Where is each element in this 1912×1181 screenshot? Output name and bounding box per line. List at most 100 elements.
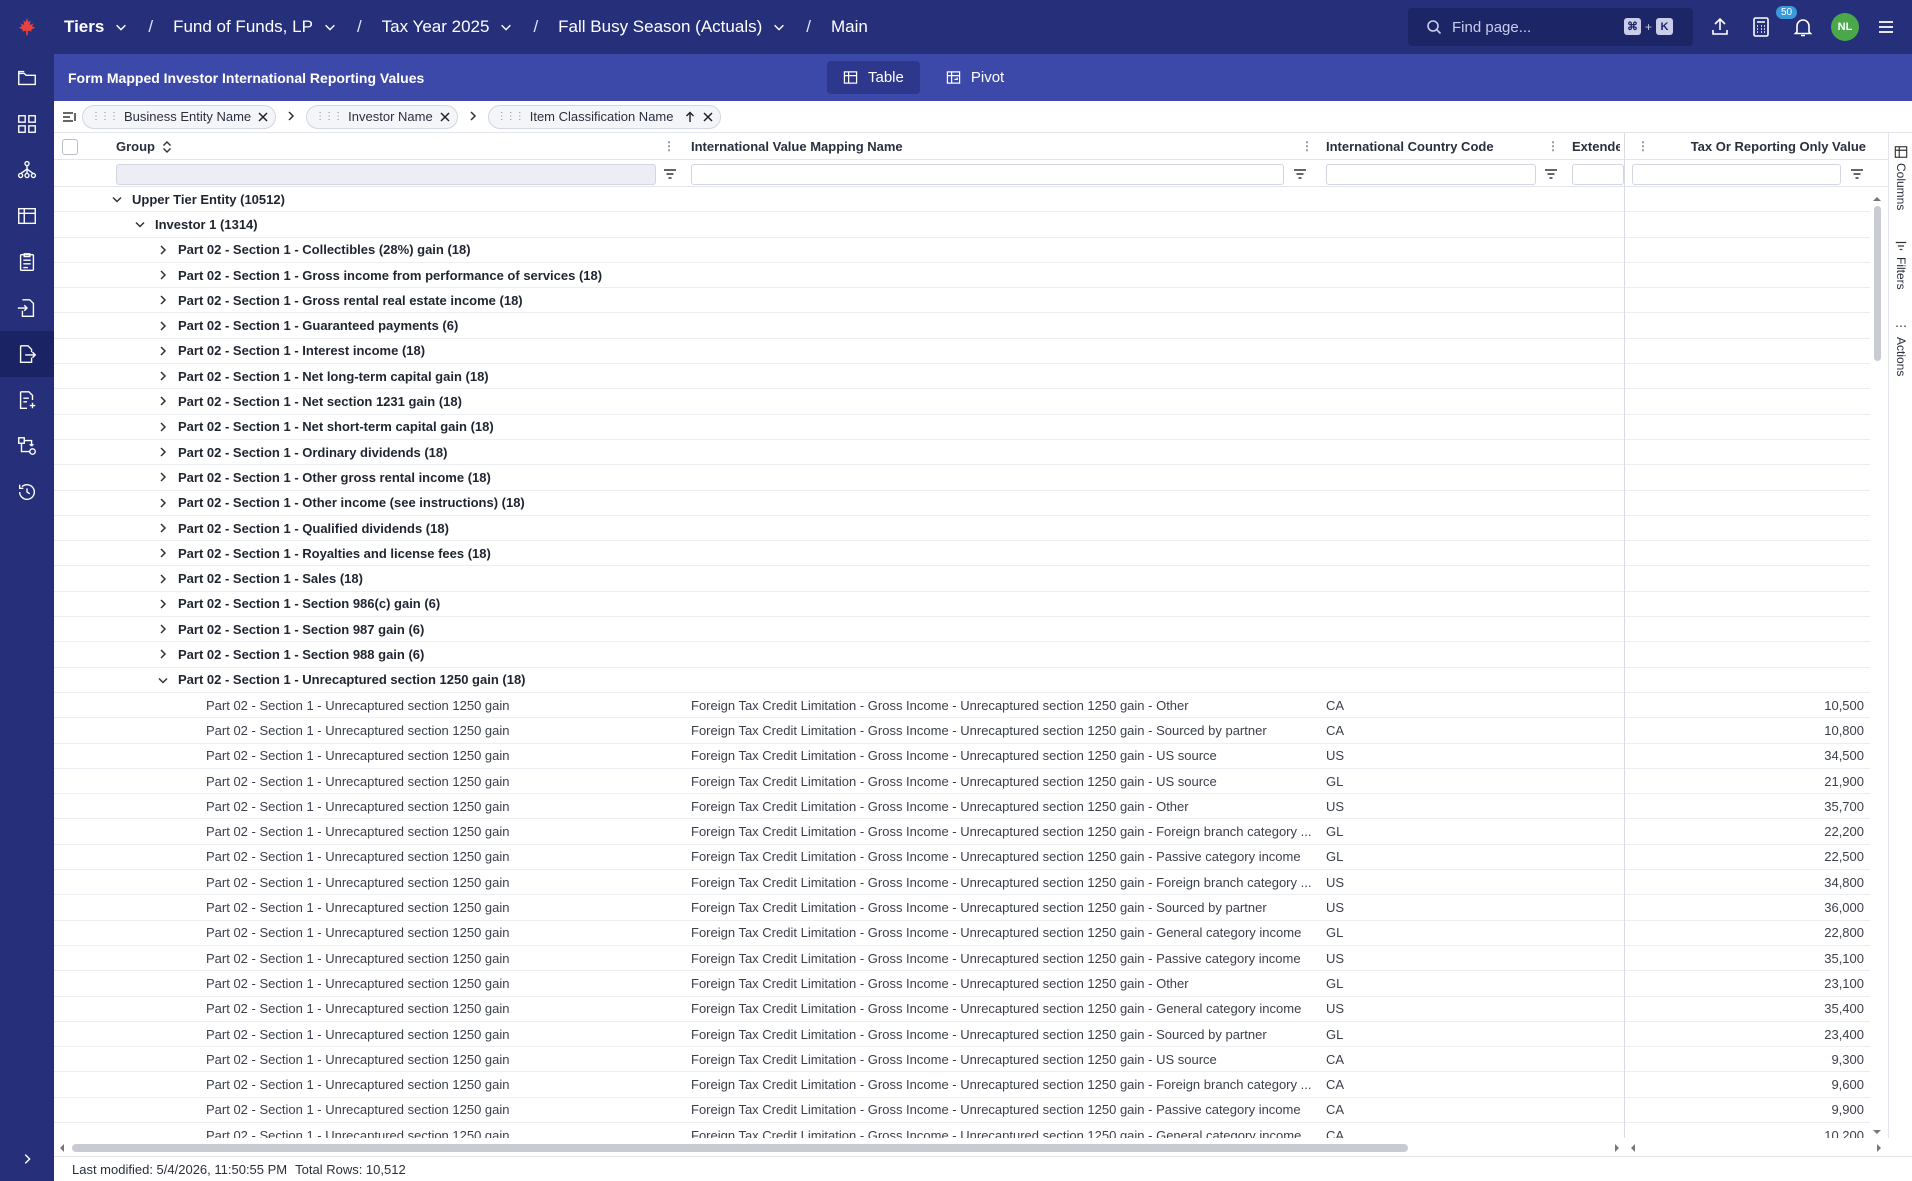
table-row[interactable]: Part 02 - Section 1 - Unrecaptured secti…: [54, 693, 1870, 719]
vertical-scrollbar[interactable]: [1871, 194, 1883, 1137]
chevron-right-icon[interactable]: [156, 470, 170, 484]
find-page-search[interactable]: Find page... ⌘ + K: [1408, 8, 1693, 46]
chevron-right-icon[interactable]: [156, 319, 170, 333]
pinned-scroll-left-icon[interactable]: [1628, 1142, 1638, 1154]
sort-icon[interactable]: [161, 140, 173, 154]
user-avatar[interactable]: NL: [1831, 13, 1859, 41]
upload-icon[interactable]: [1708, 15, 1732, 39]
workflow-icon[interactable]: [0, 423, 54, 469]
chevron-right-icon[interactable]: [156, 597, 170, 611]
group-row[interactable]: Part 02 - Section 1 - Net long-term capi…: [54, 364, 1870, 390]
group-row[interactable]: Part 02 - Section 1 - Section 986(c) gai…: [54, 592, 1870, 618]
scroll-up-icon[interactable]: [1871, 194, 1883, 204]
chevron-right-icon[interactable]: [156, 521, 170, 535]
group-chip-business-entity[interactable]: ⋮⋮⋮ Business Entity Name: [82, 104, 277, 129]
group-row[interactable]: Part 02 - Section 1 - Gross rental real …: [54, 288, 1870, 314]
chevron-right-icon[interactable]: [156, 572, 170, 586]
menu-icon[interactable]: [1874, 15, 1898, 39]
column-menu-icon[interactable]: ⋮: [1637, 139, 1649, 153]
group-row[interactable]: Part 02 - Section 1 - Gross income from …: [54, 263, 1870, 289]
pinned-scroll-right-icon[interactable]: [1874, 1142, 1884, 1154]
column-header-country[interactable]: International Country Code: [1326, 133, 1494, 160]
group-row[interactable]: Investor 1 (1314): [54, 212, 1870, 238]
table-row[interactable]: Part 02 - Section 1 - Unrecaptured secti…: [54, 1047, 1870, 1073]
filter-icon[interactable]: [662, 166, 678, 182]
expand-nav-chevron-icon[interactable]: [0, 1147, 54, 1171]
column-menu-icon[interactable]: ⋮: [663, 139, 675, 153]
group-row[interactable]: Part 02 - Section 1 - Qualified dividend…: [54, 516, 1870, 542]
group-row[interactable]: Part 02 - Section 1 - Net short-term cap…: [54, 415, 1870, 440]
clipboard-icon[interactable]: [0, 239, 54, 285]
vertical-scroll-thumb[interactable]: [1874, 206, 1881, 361]
column-header-group[interactable]: Group: [116, 133, 173, 160]
column-menu-icon[interactable]: ⋮: [1301, 139, 1313, 153]
scroll-down-icon[interactable]: [1871, 1127, 1883, 1137]
chevron-down-icon[interactable]: [156, 673, 170, 687]
scroll-left-icon[interactable]: [57, 1142, 67, 1154]
table-row[interactable]: Part 02 - Section 1 - Unrecaptured secti…: [54, 744, 1870, 769]
chevron-down-icon[interactable]: [110, 192, 124, 206]
filter-icon[interactable]: [1292, 166, 1308, 182]
table-row[interactable]: Part 02 - Section 1 - Unrecaptured secti…: [54, 895, 1870, 921]
breadcrumb-main[interactable]: Main: [831, 17, 868, 37]
breadcrumb-tax-year[interactable]: Tax Year 2025: [382, 17, 514, 37]
history-icon[interactable]: [0, 469, 54, 515]
table-row[interactable]: Part 02 - Section 1 - Unrecaptured secti…: [54, 1022, 1870, 1048]
remove-group-icon[interactable]: [439, 111, 451, 123]
filter-icon[interactable]: [1849, 166, 1865, 182]
group-row[interactable]: Part 02 - Section 1 - Other gross rental…: [54, 465, 1870, 491]
pivot-view-button[interactable]: Pivot: [930, 61, 1020, 94]
column-header-extended[interactable]: Extended: [1572, 133, 1620, 160]
breadcrumb-season[interactable]: Fall Busy Season (Actuals): [558, 17, 786, 37]
drag-handle-icon[interactable]: ⋮⋮⋮: [91, 111, 119, 122]
horizontal-scroll-thumb[interactable]: [72, 1144, 1408, 1152]
dashboard-icon[interactable]: [0, 101, 54, 147]
table-row[interactable]: Part 02 - Section 1 - Unrecaptured secti…: [54, 769, 1870, 795]
filters-panel-tab[interactable]: Filters: [1889, 239, 1912, 290]
remove-group-icon[interactable]: [702, 111, 714, 123]
column-menu-icon[interactable]: ⋮: [1547, 139, 1559, 153]
table-row[interactable]: Part 02 - Section 1 - Unrecaptured secti…: [54, 845, 1870, 871]
mapping-filter-input[interactable]: [691, 164, 1284, 185]
column-header-mapping[interactable]: International Value Mapping Name: [691, 133, 903, 160]
file-export-icon[interactable]: [0, 331, 54, 377]
group-filter-input[interactable]: [116, 164, 656, 185]
group-row[interactable]: Part 02 - Section 1 - Royalties and lice…: [54, 541, 1870, 567]
group-row[interactable]: Part 02 - Section 1 - Guaranteed payment…: [54, 314, 1870, 339]
folder-icon[interactable]: [0, 55, 54, 101]
table-row[interactable]: Part 02 - Section 1 - Unrecaptured secti…: [54, 1098, 1870, 1124]
country-filter-input[interactable]: [1326, 164, 1536, 185]
maple-leaf-logo-icon[interactable]: [0, 0, 54, 54]
chevron-right-icon[interactable]: [156, 496, 170, 510]
group-row[interactable]: Part 02 - Section 1 - Interest income (1…: [54, 339, 1870, 365]
group-row[interactable]: Part 02 - Section 1 - Section 988 gain (…: [54, 642, 1870, 668]
chevron-right-icon[interactable]: [156, 622, 170, 636]
table-row[interactable]: Part 02 - Section 1 - Unrecaptured secti…: [54, 921, 1870, 946]
table-row[interactable]: Part 02 - Section 1 - Unrecaptured secti…: [54, 1123, 1870, 1138]
chevron-right-icon[interactable]: [156, 394, 170, 408]
group-chip-investor[interactable]: ⋮⋮⋮ Investor Name: [306, 104, 458, 129]
chevron-right-icon[interactable]: [156, 647, 170, 661]
app-switcher[interactable]: Tiers: [64, 17, 128, 37]
hierarchy-icon[interactable]: [0, 147, 54, 193]
filter-icon[interactable]: [1543, 166, 1559, 182]
table-row[interactable]: Part 02 - Section 1 - Unrecaptured secti…: [54, 1073, 1870, 1098]
table-icon[interactable]: [0, 193, 54, 239]
chevron-right-icon[interactable]: [156, 293, 170, 307]
chevron-right-icon[interactable]: [156, 344, 170, 358]
actions-panel-tab[interactable]: ⋯ Actions: [1889, 319, 1912, 376]
chevron-right-icon[interactable]: [156, 420, 170, 434]
drag-handle-icon[interactable]: ⋮⋮⋮: [497, 111, 525, 122]
group-row[interactable]: Part 02 - Section 1 - Net section 1231 g…: [54, 389, 1870, 415]
group-row[interactable]: Part 02 - Section 1 - Section 987 gain (…: [54, 617, 1870, 643]
columns-panel-tab[interactable]: Columns: [1889, 145, 1912, 210]
table-row[interactable]: Part 02 - Section 1 - Unrecaptured secti…: [54, 946, 1870, 972]
group-row[interactable]: Part 02 - Section 1 - Collectibles (28%)…: [54, 238, 1870, 263]
table-row[interactable]: Part 02 - Section 1 - Unrecaptured secti…: [54, 997, 1870, 1022]
chevron-down-icon[interactable]: [133, 217, 147, 231]
value-filter-input[interactable]: [1632, 164, 1841, 185]
chevron-right-icon[interactable]: [156, 369, 170, 383]
chevron-right-icon[interactable]: [156, 243, 170, 257]
chevron-right-icon[interactable]: [156, 445, 170, 459]
table-row[interactable]: Part 02 - Section 1 - Unrecaptured secti…: [54, 870, 1870, 896]
